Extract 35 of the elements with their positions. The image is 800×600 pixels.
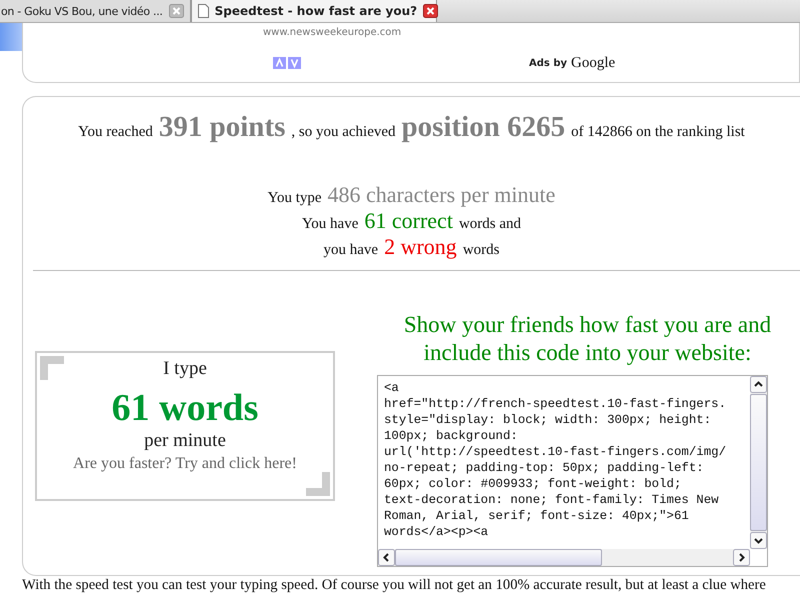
- browser-tab[interactable]: on - Goku VS Bou, une vidéo ...: [0, 0, 191, 22]
- window-edge: [0, 23, 22, 51]
- speed-badge[interactable]: I type 61 words per minute Are you faster? Try and click here!: [35, 351, 335, 501]
- badge-text: I type: [163, 357, 207, 380]
- ads-label[interactable]: Ads by: [529, 58, 568, 68]
- intro-paragraph: With the speed test you can test your typing speed. Of course you will not get an 100% accurate result, but at least a clue where: [22, 577, 766, 593]
- result-text: you have: [324, 242, 378, 258]
- result-text: of 142866 on the ranking list: [571, 124, 745, 140]
- scroll-thumb[interactable]: [750, 394, 767, 531]
- word-count: 61 words: [110, 386, 260, 430]
- ads-brand[interactable]: Google: [571, 54, 616, 72]
- result-value: 391 points: [158, 111, 286, 143]
- share-heading: Show your friends how fast you are and include this code into your website:: [402, 311, 772, 367]
- close-icon[interactable]: [423, 4, 438, 18]
- result-text: words and: [458, 216, 522, 232]
- result-value: 486 characters per minute: [328, 182, 556, 207]
- result-text: You type: [268, 190, 322, 206]
- corner-icon: [306, 472, 330, 496]
- horizontal-scrollbar[interactable]: [378, 549, 750, 566]
- badge-link[interactable]: Are you faster? Try and click here!: [73, 455, 297, 473]
- result-text: You have: [302, 216, 358, 232]
- result-value: position 6265: [402, 111, 566, 143]
- code-textarea[interactable]: <a href="http://french-speedtest.10-fast-fingers. style="display: block; width: 300px; height: 100px; background: url('http://speedtest.10-fast-fingers.com/img/ no-repeat; padding-top: 50px; padding-left: 60px; color: #009933; font-weight: bold; text-decoration: none; font-family: Times New Roman, Arial, serif; font-size: 40px;">61 words</a><p><a: [377, 375, 768, 567]
- result-value: 2 wrong: [384, 234, 457, 259]
- vertical-scrollbar[interactable]: [750, 376, 767, 549]
- browser-tab[interactable]: Speedtest - how fast are you?: [190, 0, 437, 22]
- corner-icon: [40, 356, 64, 380]
- result-text: words: [462, 242, 500, 258]
- page-icon: [198, 4, 209, 18]
- badge-text: per minute: [144, 430, 226, 452]
- result-text: , so you achieved: [291, 124, 396, 140]
- ad-url[interactable]: www.newsweekeurope.com: [263, 23, 799, 43]
- result-text: You reached: [78, 124, 153, 140]
- scroll-thumb[interactable]: [395, 549, 602, 566]
- result-value: 61 correct: [364, 208, 453, 233]
